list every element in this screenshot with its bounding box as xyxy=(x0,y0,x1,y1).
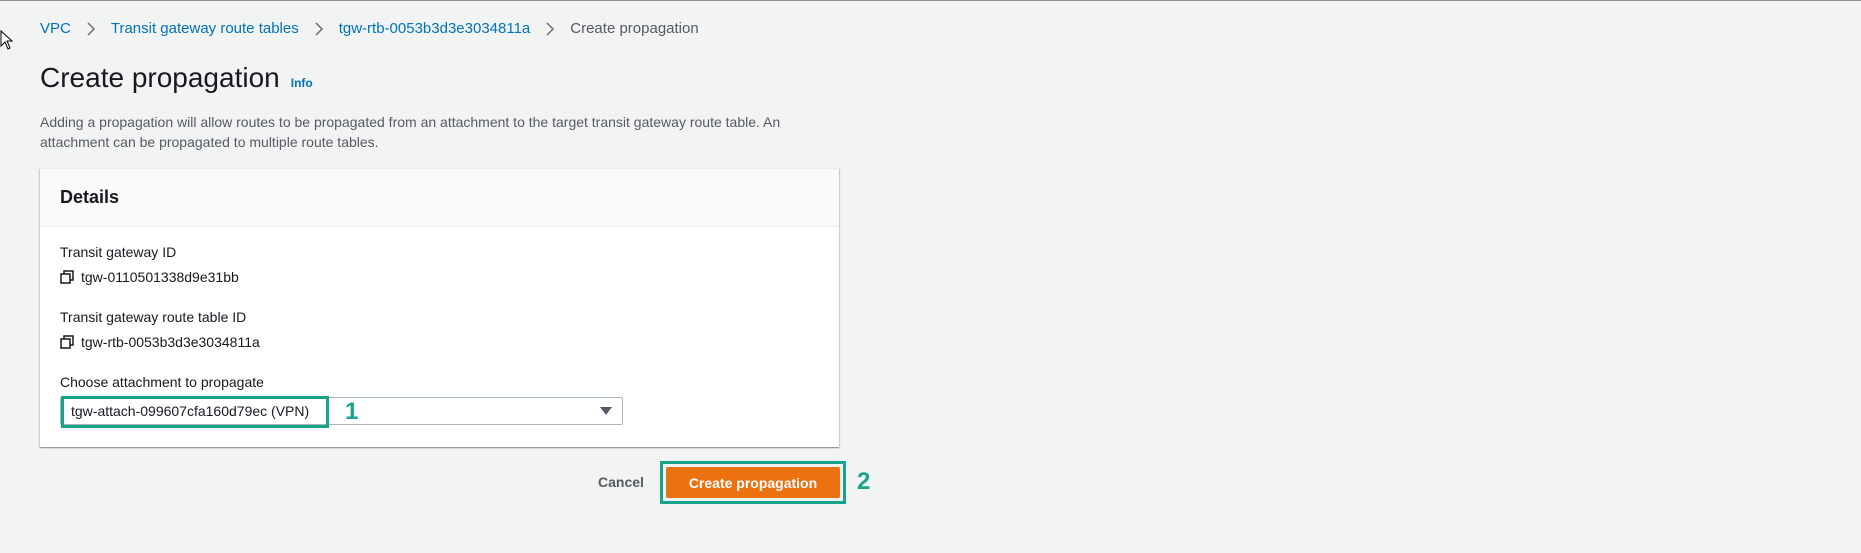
breadcrumb-current: Create propagation xyxy=(570,20,699,37)
attachment-select-value: tgw-attach-099607cfa160d79ec (VPN) xyxy=(71,403,310,419)
breadcrumb-transit-gateway-route-tables[interactable]: Transit gateway route tables xyxy=(111,20,299,37)
chevron-right-icon xyxy=(315,21,323,36)
chevron-right-icon xyxy=(546,21,555,36)
chevron-right-icon xyxy=(87,21,95,36)
attachment-select[interactable]: tgw-attach-099607cfa160d79ec (VPN) xyxy=(60,397,623,425)
mouse-cursor-icon xyxy=(0,30,14,50)
info-link[interactable]: Info xyxy=(291,76,313,90)
page-title-text: Create propagation xyxy=(40,62,280,93)
copy-icon[interactable] xyxy=(60,270,74,284)
route-table-id-label: Transit gateway route table ID xyxy=(60,309,247,325)
top-border xyxy=(0,0,1861,1)
annotation-step-1: 1 xyxy=(345,398,359,425)
route-table-id-value: tgw-rtb-0053b3d3e3034811a xyxy=(60,334,260,350)
copy-icon[interactable] xyxy=(60,335,74,349)
transit-gateway-id-value: tgw-0110501338d9e31bb xyxy=(60,269,239,285)
transit-gateway-id-text: tgw-0110501338d9e31bb xyxy=(81,269,239,285)
annotation-step-2: 2 xyxy=(857,468,871,495)
route-table-id-text: tgw-rtb-0053b3d3e3034811a xyxy=(81,334,260,350)
breadcrumb-route-table[interactable]: tgw-rtb-0053b3d3e3034811a xyxy=(339,20,531,37)
cancel-button[interactable]: Cancel xyxy=(598,474,644,490)
attachment-label: Choose attachment to propagate xyxy=(60,374,264,390)
breadcrumb: VPC Transit gateway route tables tgw-rtb… xyxy=(40,20,699,37)
create-propagation-button[interactable]: Create propagation xyxy=(666,467,840,498)
transit-gateway-id-label: Transit gateway ID xyxy=(60,244,177,260)
details-panel: Details Transit gateway ID tgw-011050133… xyxy=(40,168,839,447)
caret-down-icon xyxy=(600,407,612,415)
page-title: Create propagation Info xyxy=(40,62,313,94)
details-panel-title: Details xyxy=(40,169,839,227)
breadcrumb-vpc[interactable]: VPC xyxy=(40,20,71,37)
page-description: Adding a propagation will allow routes t… xyxy=(40,114,781,150)
